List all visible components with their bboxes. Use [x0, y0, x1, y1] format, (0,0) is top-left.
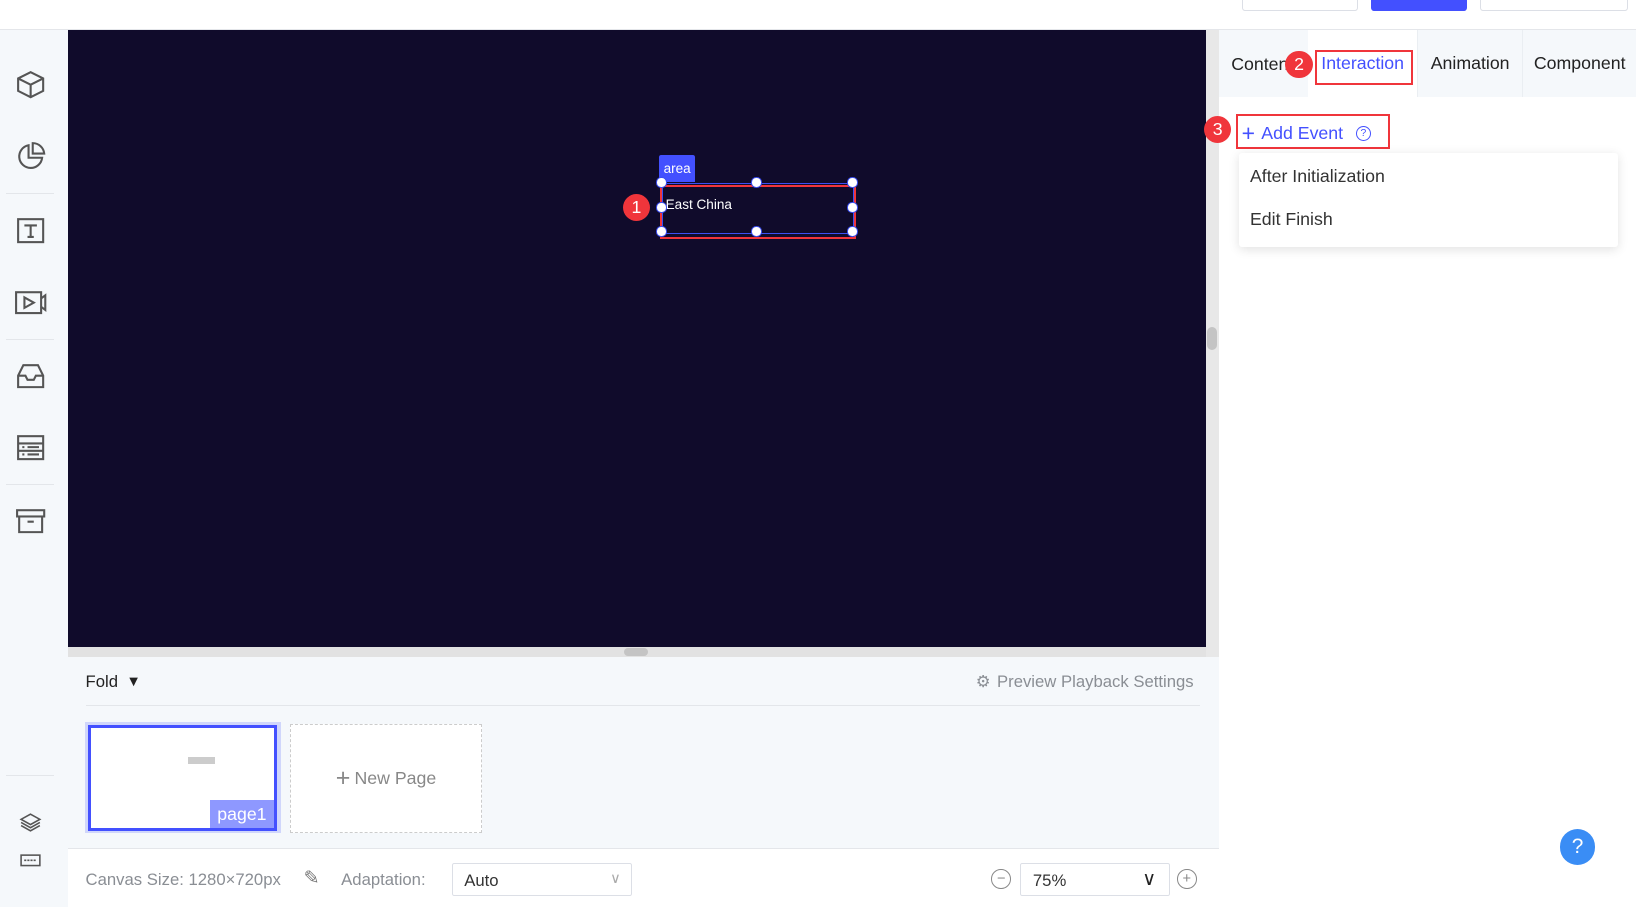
- resize-handle[interactable]: [847, 177, 858, 188]
- new-page-label: New Page: [354, 767, 437, 788]
- edit-pencil-icon[interactable]: ✎: [304, 867, 320, 889]
- zoom-in-icon[interactable]: +: [1176, 869, 1197, 889]
- canvas-size-label: Canvas Size: 1280×720px: [85, 870, 281, 890]
- annotation-badge-1: 1: [622, 194, 651, 222]
- resize-handle[interactable]: [656, 226, 667, 237]
- pie-chart-icon[interactable]: [13, 138, 48, 173]
- caret-down-icon: ▼: [126, 673, 141, 690]
- tab-animation[interactable]: Animation: [1417, 30, 1524, 98]
- annotation-badge-2: 2: [1285, 51, 1313, 79]
- cube-icon[interactable]: [13, 67, 48, 102]
- keyboard-icon[interactable]: [13, 843, 48, 878]
- fold-toggle[interactable]: Fold ▼: [86, 672, 141, 692]
- annotation-badge-3: 3: [1204, 115, 1232, 143]
- page-panel: Fold ▼ ⚙ Preview Playback Settings page1…: [67, 657, 1219, 849]
- zoom-select[interactable]: 75% ∨: [1020, 862, 1170, 897]
- inbox-icon[interactable]: [13, 358, 48, 393]
- canvas-footer: Canvas Size: 1280×720px ✎ Adaptation: Au…: [67, 848, 1219, 907]
- top-toolbar: [0, 0, 1636, 31]
- archive-icon[interactable]: [13, 503, 48, 538]
- horizontal-scrollbar[interactable]: [67, 646, 1207, 658]
- page-label: page1: [209, 800, 275, 829]
- resize-handle[interactable]: [751, 226, 762, 237]
- dropdown-item-after-initialization[interactable]: After Initialization: [1250, 166, 1385, 187]
- toolbar-button[interactable]: [1241, 0, 1359, 12]
- highlight-box-2: [1314, 50, 1413, 86]
- chevron-down-icon: ∨: [1142, 868, 1157, 890]
- adaptation-value: Auto: [464, 871, 499, 891]
- video-icon[interactable]: [13, 285, 48, 320]
- design-canvas[interactable]: area East China 1: [67, 30, 1207, 647]
- layers-icon[interactable]: [13, 804, 48, 839]
- preview-settings-label: Preview Playback Settings: [997, 671, 1194, 691]
- resize-handle[interactable]: [847, 202, 858, 213]
- fold-label: Fold: [85, 671, 119, 691]
- component-sidebar: [0, 30, 68, 907]
- page-thumbnail-page1[interactable]: page1: [84, 722, 281, 833]
- dropdown-item-edit-finish[interactable]: Edit Finish: [1250, 209, 1333, 230]
- zoom-out-icon[interactable]: −: [991, 869, 1011, 889]
- properties-panel: Content Interaction Animation Component …: [1204, 30, 1636, 907]
- adaptation-select[interactable]: Auto ∨: [451, 862, 633, 897]
- adaptation-label: Adaptation:: [341, 870, 426, 890]
- text-icon[interactable]: [13, 213, 48, 248]
- resize-handle[interactable]: [656, 177, 667, 188]
- resize-handle[interactable]: [751, 177, 762, 188]
- tab-component[interactable]: Component: [1523, 30, 1636, 98]
- resize-handle[interactable]: [656, 202, 667, 213]
- zoom-value: 75%: [1032, 871, 1067, 891]
- toolbar-button[interactable]: [1479, 0, 1628, 12]
- gear-icon: ⚙: [975, 671, 991, 691]
- toolbar-primary-button[interactable]: [1371, 0, 1467, 12]
- help-button[interactable]: ?: [1559, 829, 1596, 865]
- highlight-box-3: [1236, 113, 1390, 150]
- event-dropdown: After Initialization Edit Finish: [1238, 153, 1619, 248]
- preview-playback-settings[interactable]: ⚙ Preview Playback Settings: [976, 672, 1194, 692]
- new-page-button[interactable]: + New Page: [290, 724, 482, 833]
- resize-handle[interactable]: [847, 226, 858, 237]
- plus-icon: +: [335, 763, 351, 792]
- chevron-down-icon: ∨: [610, 871, 621, 888]
- list-icon[interactable]: [13, 430, 48, 465]
